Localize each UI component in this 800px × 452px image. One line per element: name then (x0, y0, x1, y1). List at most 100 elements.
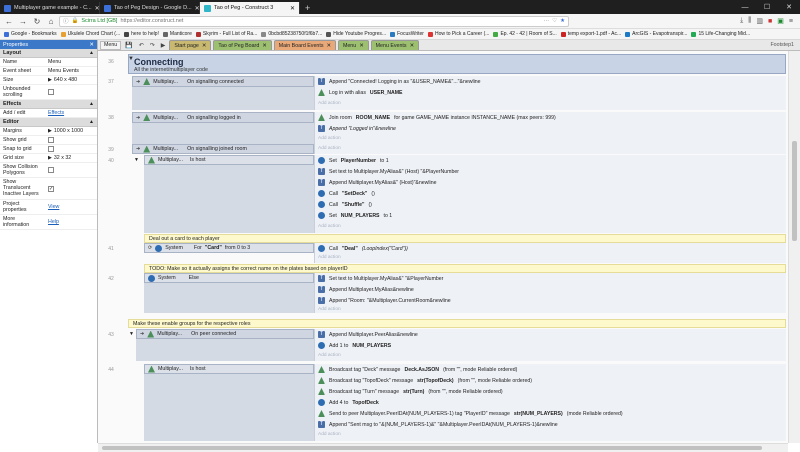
condition-area[interactable] (144, 374, 314, 441)
comment[interactable]: Deal out a card to each player (144, 234, 786, 243)
bookmark-item[interactable]: FocusWriter (390, 31, 424, 37)
action-row[interactable]: Add 4 to TopofDeck (318, 399, 379, 406)
expand-icon[interactable]: ▶ (48, 128, 52, 134)
action-row[interactable]: T Set text to Multiplayer.MyAlias&" "&Pla… (318, 275, 443, 282)
browser-tab-construct[interactable]: Tao of Peg - Construct 3 ✕ (200, 2, 300, 14)
close-icon[interactable]: ✕ (202, 43, 206, 49)
bookmark-item[interactable]: Skyrim - Full List of Ra... (195, 31, 257, 37)
event-condition[interactable]: ➜ Multiplay... On signalling joined room (132, 144, 314, 154)
vertical-scrollbar[interactable] (788, 51, 800, 443)
expand-icon[interactable]: ▶ (48, 155, 52, 161)
add-action-link[interactable]: Add action (318, 224, 341, 229)
url-bar[interactable]: ⓘ 🔒 Scirra Ltd [GB] https://editor.const… (59, 15, 569, 27)
sidebar-icon[interactable]: ▥ (756, 17, 763, 25)
close-icon[interactable]: ✕ (262, 43, 266, 49)
reload-icon[interactable]: ↻ (31, 17, 43, 26)
comment[interactable]: Make these enable groups for the respect… (128, 319, 786, 328)
action-row[interactable]: T Append Multiplayer.MyAlias&" (Host)"&ne… (318, 179, 436, 186)
tab-main-board-events[interactable]: Main Board Events ✕ (273, 40, 336, 50)
comment[interactable]: TODO: Make so it actually assigns the co… (144, 264, 786, 273)
condition-area[interactable] (132, 87, 314, 110)
event-condition[interactable]: ➜ Multiplay... On signalling connected (132, 76, 314, 87)
bookmark-item[interactable]: 0bcbd85238750f1f6b7... (261, 31, 322, 37)
action-row[interactable]: Broadcast tag "Turn" message str(Turn) (fr… (318, 388, 503, 395)
add-action-link[interactable]: Add action (318, 353, 341, 358)
collapse-icon[interactable]: ▲ (89, 119, 94, 125)
new-tab-button[interactable]: + (300, 2, 315, 14)
preview-icon[interactable]: ▶ (159, 42, 168, 49)
expand-icon[interactable]: ▶ (48, 77, 52, 83)
undo-icon[interactable]: ↶ (137, 42, 146, 49)
action-row[interactable]: Send to peer Multiplayer.PeerIDAt(NUM_PL… (318, 410, 623, 417)
action-row[interactable]: T Append "Logged in"&newline (318, 125, 396, 132)
collapse-icon[interactable]: ▼ (134, 157, 139, 163)
section-effects[interactable]: Effects ▲ (0, 100, 97, 109)
action-row[interactable]: T Append "Connected! Logging in as "&USER… (318, 78, 481, 85)
minimize-icon[interactable]: — (734, 4, 756, 11)
pocket-icon[interactable]: ♡ (552, 18, 557, 24)
main-menu-button[interactable]: Menu (100, 40, 122, 50)
scrollbar-thumb[interactable] (792, 141, 797, 241)
close-icon[interactable]: ✕ (89, 42, 94, 48)
browser-tab-multiplayer[interactable]: Multiplayer game example - C... ✕ (0, 2, 100, 14)
bookmark-item[interactable]: Manticore (162, 31, 192, 37)
library-icon[interactable]: ⫼ (748, 17, 751, 25)
action-row[interactable]: Call "Deal" (LoopIndex("Card")) (318, 245, 408, 252)
else-condition[interactable]: System Else (144, 273, 314, 283)
bookmark-item[interactable]: here to help! (124, 31, 159, 37)
horizontal-scrollbar[interactable] (98, 443, 788, 452)
bookmark-item[interactable]: How to Pick a Career (... (427, 31, 489, 37)
home-icon[interactable]: ⌂ (45, 17, 57, 26)
action-row[interactable]: Add 1 to NUM_PLAYERS (318, 342, 391, 349)
close-window-icon[interactable]: ✕ (778, 3, 800, 11)
condition-area[interactable] (132, 123, 314, 145)
extension-icon[interactable]: ▣ (777, 17, 784, 25)
tab-board-layout[interactable]: Tao of Peg Board ✕ (213, 40, 272, 50)
action-row[interactable]: Set PlayerNumber to 1 (318, 157, 389, 164)
scrollbar-thumb[interactable] (102, 446, 762, 450)
save-icon[interactable]: 💾 (123, 42, 134, 49)
add-action-link[interactable]: Add action (318, 307, 341, 312)
bookmark-item[interactable]: temp export-1.pdf - Ac... (560, 31, 621, 37)
bookmark-star-icon[interactable]: ★ (560, 18, 565, 24)
browser-tab-design-doc[interactable]: Tao of Peg Design - Google D... ✕ (100, 2, 200, 14)
add-action-link[interactable]: Add action (318, 136, 341, 141)
action-row[interactable]: Log in with alias USER_NAME (318, 89, 403, 96)
tab-menu-events[interactable]: Menu Events ✕ (370, 40, 420, 50)
checkbox[interactable]: ✓ (48, 185, 54, 192)
condition-area[interactable] (144, 283, 314, 313)
loop-condition[interactable]: ⟳ System For "Card" from 0 to 3 (144, 243, 314, 253)
close-icon[interactable]: ✕ (326, 43, 330, 49)
checkbox[interactable] (48, 89, 54, 95)
maximize-icon[interactable]: ☐ (756, 3, 778, 11)
condition-area[interactable] (144, 165, 314, 233)
sub-event-condition[interactable]: Multiplay... Is host (144, 155, 314, 165)
extension-icon[interactable]: ■ (768, 18, 772, 25)
url-text[interactable]: https://editor.construct.net (120, 18, 183, 24)
action-row[interactable]: T Append Multiplayer.MyAlias&newline (318, 286, 414, 293)
section-layout[interactable]: Layout ▲ (0, 49, 97, 58)
collapse-icon[interactable]: ▼ (129, 331, 134, 337)
close-icon[interactable]: ✕ (359, 43, 363, 49)
add-action-link[interactable]: Add action (318, 255, 341, 260)
close-icon[interactable]: ✕ (410, 43, 414, 49)
checkbox[interactable] (48, 167, 54, 173)
back-icon[interactable]: ← (3, 17, 15, 26)
section-editor[interactable]: Editor ▲ (0, 118, 97, 127)
checkbox[interactable] (48, 146, 54, 152)
event-condition[interactable]: ➜ Multiplay... On signalling logged in (132, 112, 314, 123)
checkbox[interactable] (48, 137, 54, 143)
event-group[interactable]: ▼ Connecting All the internet/multiplaye… (128, 54, 786, 74)
action-row[interactable]: Call "SetDeck"() (318, 190, 375, 197)
bookmark-item[interactable]: Ukulele Chord Chart (... (60, 31, 120, 37)
action-row[interactable]: T Append "Room: "&Multiplayer.CurrentRoom… (318, 297, 451, 304)
info-icon[interactable]: ⓘ (63, 17, 69, 25)
add-action-link[interactable]: Add action (318, 146, 341, 151)
sub-event-condition[interactable]: Multiplay... Is host (144, 364, 314, 374)
collapse-icon[interactable]: ▲ (89, 50, 94, 56)
collapse-icon[interactable]: ▲ (89, 101, 94, 107)
action-row[interactable]: T Append "Sent msg to "&(NUM_PLAYERS-1)&"… (318, 421, 558, 428)
forward-icon[interactable]: → (17, 17, 29, 26)
bookmark-item[interactable]: Ep. 42 - 42 | Room of S... (493, 31, 557, 37)
condition-area[interactable] (136, 339, 314, 361)
